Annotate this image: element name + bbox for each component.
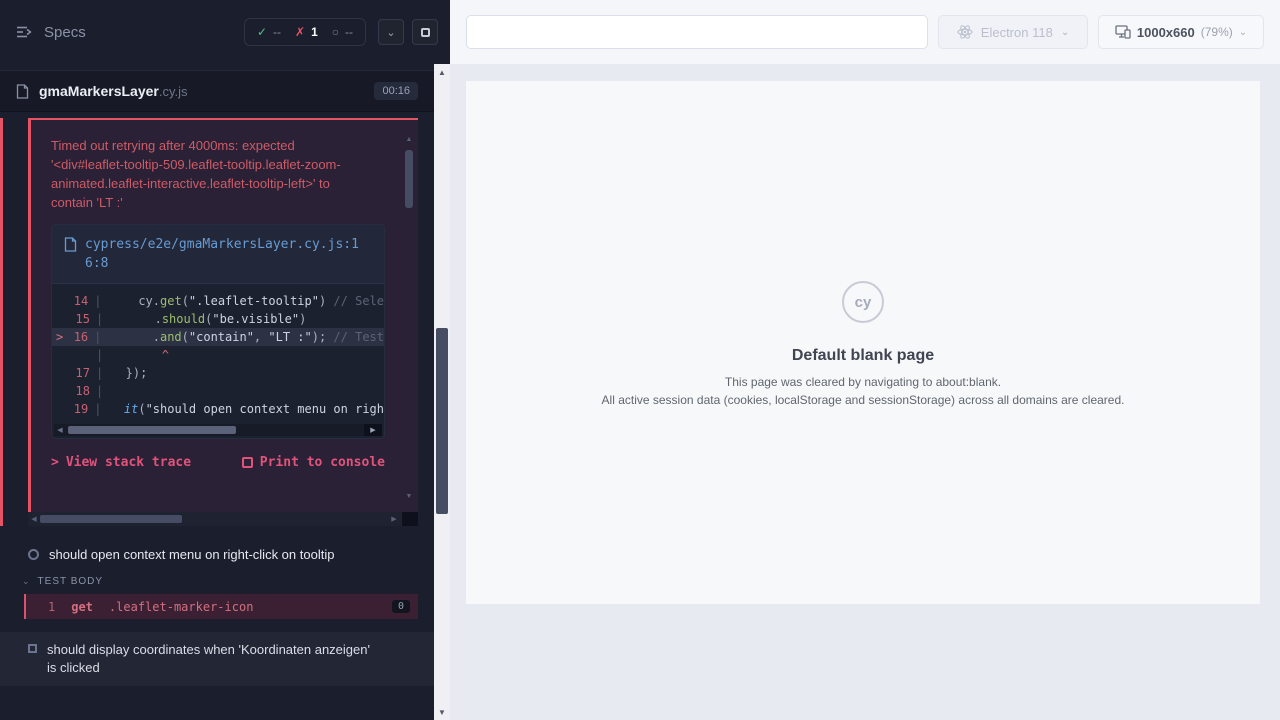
- stat-passed: ✓ --: [257, 25, 281, 39]
- passed-icon: ✓: [257, 26, 267, 38]
- reporter-scrollbar[interactable]: ▲ ▼: [434, 64, 450, 720]
- view-stack-trace-link[interactable]: > View stack trace: [51, 455, 191, 470]
- aut-pane: Electron 118 ⌄ 1000x660 (79%) ⌄ cy Defau…: [450, 0, 1280, 720]
- scroll-left-icon[interactable]: ◀: [54, 426, 66, 434]
- code-line: 18|: [52, 382, 384, 400]
- test-running-icon: [28, 549, 39, 560]
- url-input[interactable]: [466, 15, 928, 49]
- collapse-reporter-button[interactable]: ⌄: [378, 19, 404, 45]
- error-hscroll-thumb[interactable]: [40, 515, 182, 523]
- error-panel-hscrollbar[interactable]: ◀ ▶: [28, 512, 418, 526]
- spec-header[interactable]: gmaMarkersLayer .cy.js 00:16: [0, 70, 434, 112]
- failed-test-indicator: [0, 118, 3, 526]
- reporter-scroll-thumb[interactable]: [436, 328, 448, 514]
- code-frame-file-link[interactable]: cypress/e2e/gmaMarkersLayer.cy.js:16:8: [85, 235, 365, 273]
- browser-label: Electron 118: [981, 25, 1053, 40]
- code-line: 19| it("should open context menu on righ: [52, 400, 384, 418]
- specs-menu[interactable]: Specs: [16, 24, 244, 41]
- chevron-down-icon: ⌄: [386, 26, 395, 39]
- code-line: 15| .should("be.visible"): [52, 310, 384, 328]
- aut-toolbar: Electron 118 ⌄ 1000x660 (79%) ⌄: [450, 0, 1280, 64]
- error-message: Timed out retrying after 4000ms: expecte…: [51, 136, 371, 212]
- blank-page-message-2: All active session data (cookies, localS…: [602, 393, 1125, 407]
- electron-icon: [957, 24, 973, 40]
- viewport-icon: [1115, 25, 1131, 39]
- test-body-label: TEST BODY: [38, 576, 104, 587]
- print-to-console-button[interactable]: Print to console: [242, 455, 385, 470]
- test-body-toggle[interactable]: ⌄ TEST BODY: [0, 572, 434, 590]
- blank-page-message-1: This page was cleared by navigating to a…: [725, 375, 1001, 389]
- command-log-row[interactable]: 1 get .leaflet-marker-icon 0: [24, 594, 418, 619]
- test-title: should open context menu on right-click …: [49, 547, 334, 562]
- viewport-zoom: (79%): [1201, 25, 1233, 39]
- scroll-down-icon[interactable]: ▼: [404, 493, 414, 500]
- viewport-selector[interactable]: 1000x660 (79%) ⌄: [1098, 15, 1264, 49]
- reporter-sidebar: Specs ✓ -- ✗ 1 ○ -- ⌄: [0, 0, 450, 720]
- cypress-logo-text: cy: [855, 294, 872, 311]
- scroll-up-icon[interactable]: ▲: [434, 64, 450, 80]
- command-method: get: [71, 600, 93, 614]
- chevron-down-icon: ⌄: [1239, 27, 1247, 38]
- command-number: 1: [48, 600, 55, 614]
- code-line: 17| });: [52, 364, 384, 382]
- code-lines: 14| cy.get(".leaflet-tooltip") // Sele 1…: [52, 284, 384, 420]
- test-stats: ✓ -- ✗ 1 ○ --: [244, 18, 366, 46]
- viewport-size: 1000x660: [1137, 25, 1195, 40]
- command-count-badge: 0: [392, 600, 410, 613]
- print-to-console-label: Print to console: [260, 455, 385, 470]
- scroll-right-icon[interactable]: ▶: [364, 424, 382, 436]
- command-target: .leaflet-marker-icon: [109, 600, 254, 614]
- scroll-down-icon[interactable]: ▼: [434, 704, 450, 720]
- spec-extension: .cy.js: [159, 84, 188, 99]
- scroll-up-icon[interactable]: ▲: [404, 136, 414, 143]
- stop-icon: [421, 28, 430, 37]
- specs-label[interactable]: Specs: [44, 24, 86, 41]
- error-vscroll-thumb[interactable]: [405, 150, 413, 208]
- cypress-logo: cy: [842, 281, 884, 323]
- test-queued-icon: [28, 644, 37, 653]
- code-line: | ^: [52, 346, 384, 364]
- cypress-app: Specs ✓ -- ✗ 1 ○ -- ⌄: [0, 0, 1280, 720]
- test-item-coordinates[interactable]: should display coordinates when 'Koordin…: [0, 632, 434, 686]
- specs-menu-icon[interactable]: [16, 25, 34, 39]
- test-item-context-menu[interactable]: should open context menu on right-click …: [0, 540, 434, 568]
- view-stack-trace-label: View stack trace: [66, 455, 191, 470]
- spec-name: gmaMarkersLayer: [39, 83, 159, 99]
- code-frame-hscrollbar[interactable]: ◀ ▶: [54, 424, 382, 436]
- spec-duration-badge: 00:16: [374, 82, 418, 100]
- code-line: >16| .and("contain", "LT :"); // Test: [52, 328, 384, 346]
- blank-page-title: Default blank page: [792, 347, 934, 365]
- code-hscroll-thumb[interactable]: [68, 426, 236, 434]
- test-title: should display coordinates when 'Koordin…: [47, 641, 377, 677]
- failed-count: 1: [311, 25, 318, 39]
- console-icon: [242, 457, 253, 468]
- pending-icon: ○: [332, 26, 339, 38]
- reporter-header: Specs ✓ -- ✗ 1 ○ -- ⌄: [0, 0, 450, 64]
- error-panel: Timed out retrying after 4000ms: expecte…: [28, 118, 418, 512]
- file-icon: [16, 84, 29, 99]
- stat-failed: ✗ 1: [295, 25, 318, 39]
- stack-chevron-icon: >: [51, 455, 59, 470]
- browser-selector[interactable]: Electron 118 ⌄: [938, 15, 1088, 49]
- error-actions: > View stack trace Print to console: [51, 455, 385, 470]
- error-panel-vscrollbar[interactable]: ▲ ▼: [404, 136, 414, 500]
- code-file-icon: [64, 237, 77, 252]
- scroll-corner: [402, 512, 418, 526]
- chevron-down-icon: ⌄: [1061, 27, 1069, 38]
- chevron-down-icon: ⌄: [22, 576, 30, 587]
- stop-button[interactable]: [412, 19, 438, 45]
- code-line: 14| cy.get(".leaflet-tooltip") // Sele: [52, 292, 384, 310]
- scroll-right-icon[interactable]: ▶: [388, 515, 400, 523]
- pending-count: --: [345, 25, 353, 39]
- failed-icon: ✗: [295, 26, 305, 38]
- stat-pending: ○ --: [332, 25, 353, 39]
- scroll-left-icon[interactable]: ◀: [28, 515, 40, 523]
- code-frame: cypress/e2e/gmaMarkersLayer.cy.js:16:8 1…: [51, 224, 385, 439]
- aut-frame: cy Default blank page This page was clea…: [466, 81, 1260, 604]
- code-frame-header: cypress/e2e/gmaMarkersLayer.cy.js:16:8: [52, 225, 384, 284]
- passed-count: --: [273, 25, 281, 39]
